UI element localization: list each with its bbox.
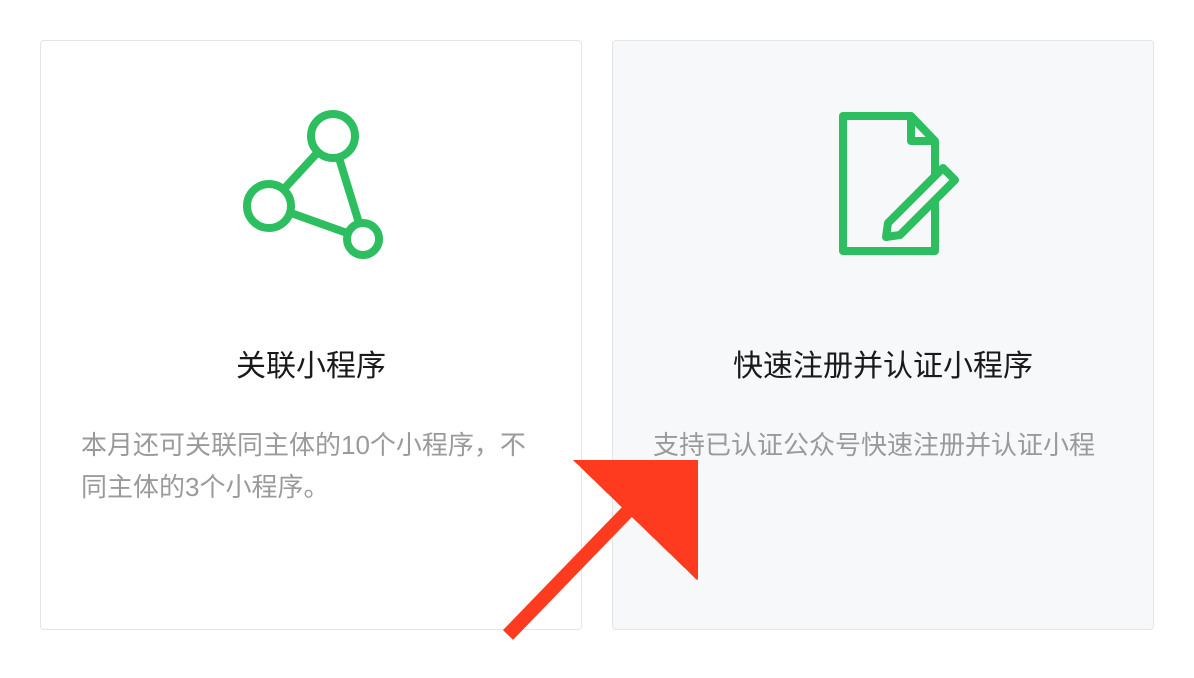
network-share-icon bbox=[221, 91, 401, 271]
card-quick-register[interactable]: 快速注册并认证小程序 支持已认证公众号快速注册并认证小程序 bbox=[612, 40, 1154, 630]
cards-container: 关联小程序 本月还可关联同主体的10个小程序，不同主体的3个小程序。 快速注册并… bbox=[40, 40, 1154, 630]
card-link-miniprogram[interactable]: 关联小程序 本月还可关联同主体的10个小程序，不同主体的3个小程序。 bbox=[40, 40, 582, 630]
card-title: 快速注册并认证小程序 bbox=[733, 341, 1033, 385]
document-edit-icon bbox=[793, 91, 973, 271]
card-description: 本月还可关联同主体的10个小程序，不同主体的3个小程序。 bbox=[81, 425, 541, 508]
card-description: 支持已认证公众号快速注册并认证小程序 bbox=[653, 425, 1113, 508]
card-title: 关联小程序 bbox=[236, 341, 386, 385]
